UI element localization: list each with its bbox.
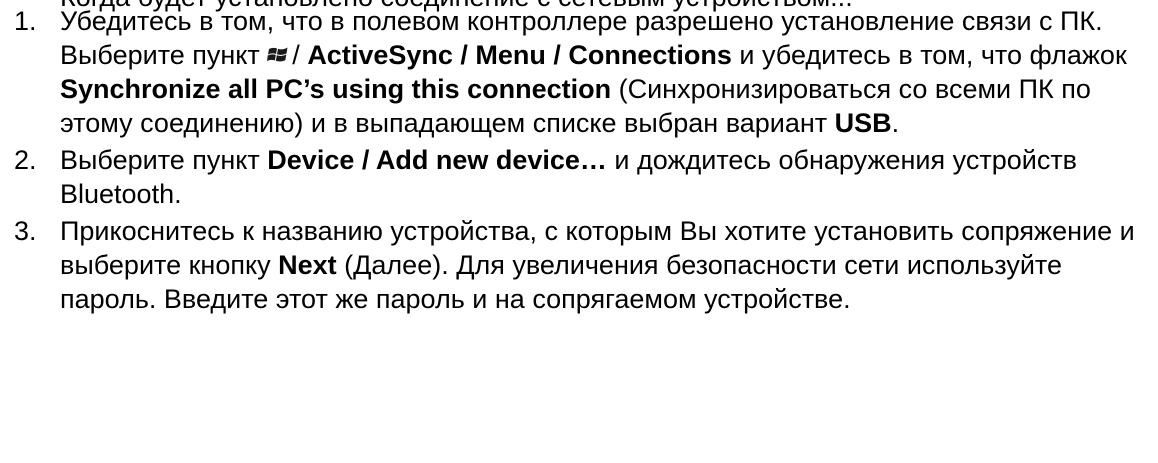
menu-path: Device / Add new device… [267, 145, 607, 175]
option-name: USB [834, 108, 892, 138]
list-item-3: 3. Прикоснитесь к названию устройства, с… [0, 214, 1158, 316]
windows-flag-icon [267, 47, 288, 62]
checkbox-name: Synchronize all PC’s using this connecti… [60, 74, 612, 104]
list-item-2: 2. Выберите пункт Device / Add new devic… [0, 143, 1158, 211]
item-text: и убедитесь в том, что флажок [731, 40, 1127, 70]
item-text: Выберите пункт [60, 145, 268, 175]
item-text: / [292, 40, 308, 70]
list-item-1: 1. Убедитесь в том, что в полевом контро… [0, 4, 1158, 140]
item-number: 1. [14, 6, 37, 36]
item-number: 2. [14, 145, 37, 175]
item-text: . [891, 108, 900, 138]
instruction-list: 1. Убедитесь в том, что в полевом контро… [0, 4, 1158, 319]
button-name: Next [278, 250, 337, 280]
item-number: 3. [14, 216, 37, 246]
menu-path: ActiveSync / Menu / Connections [307, 40, 732, 70]
